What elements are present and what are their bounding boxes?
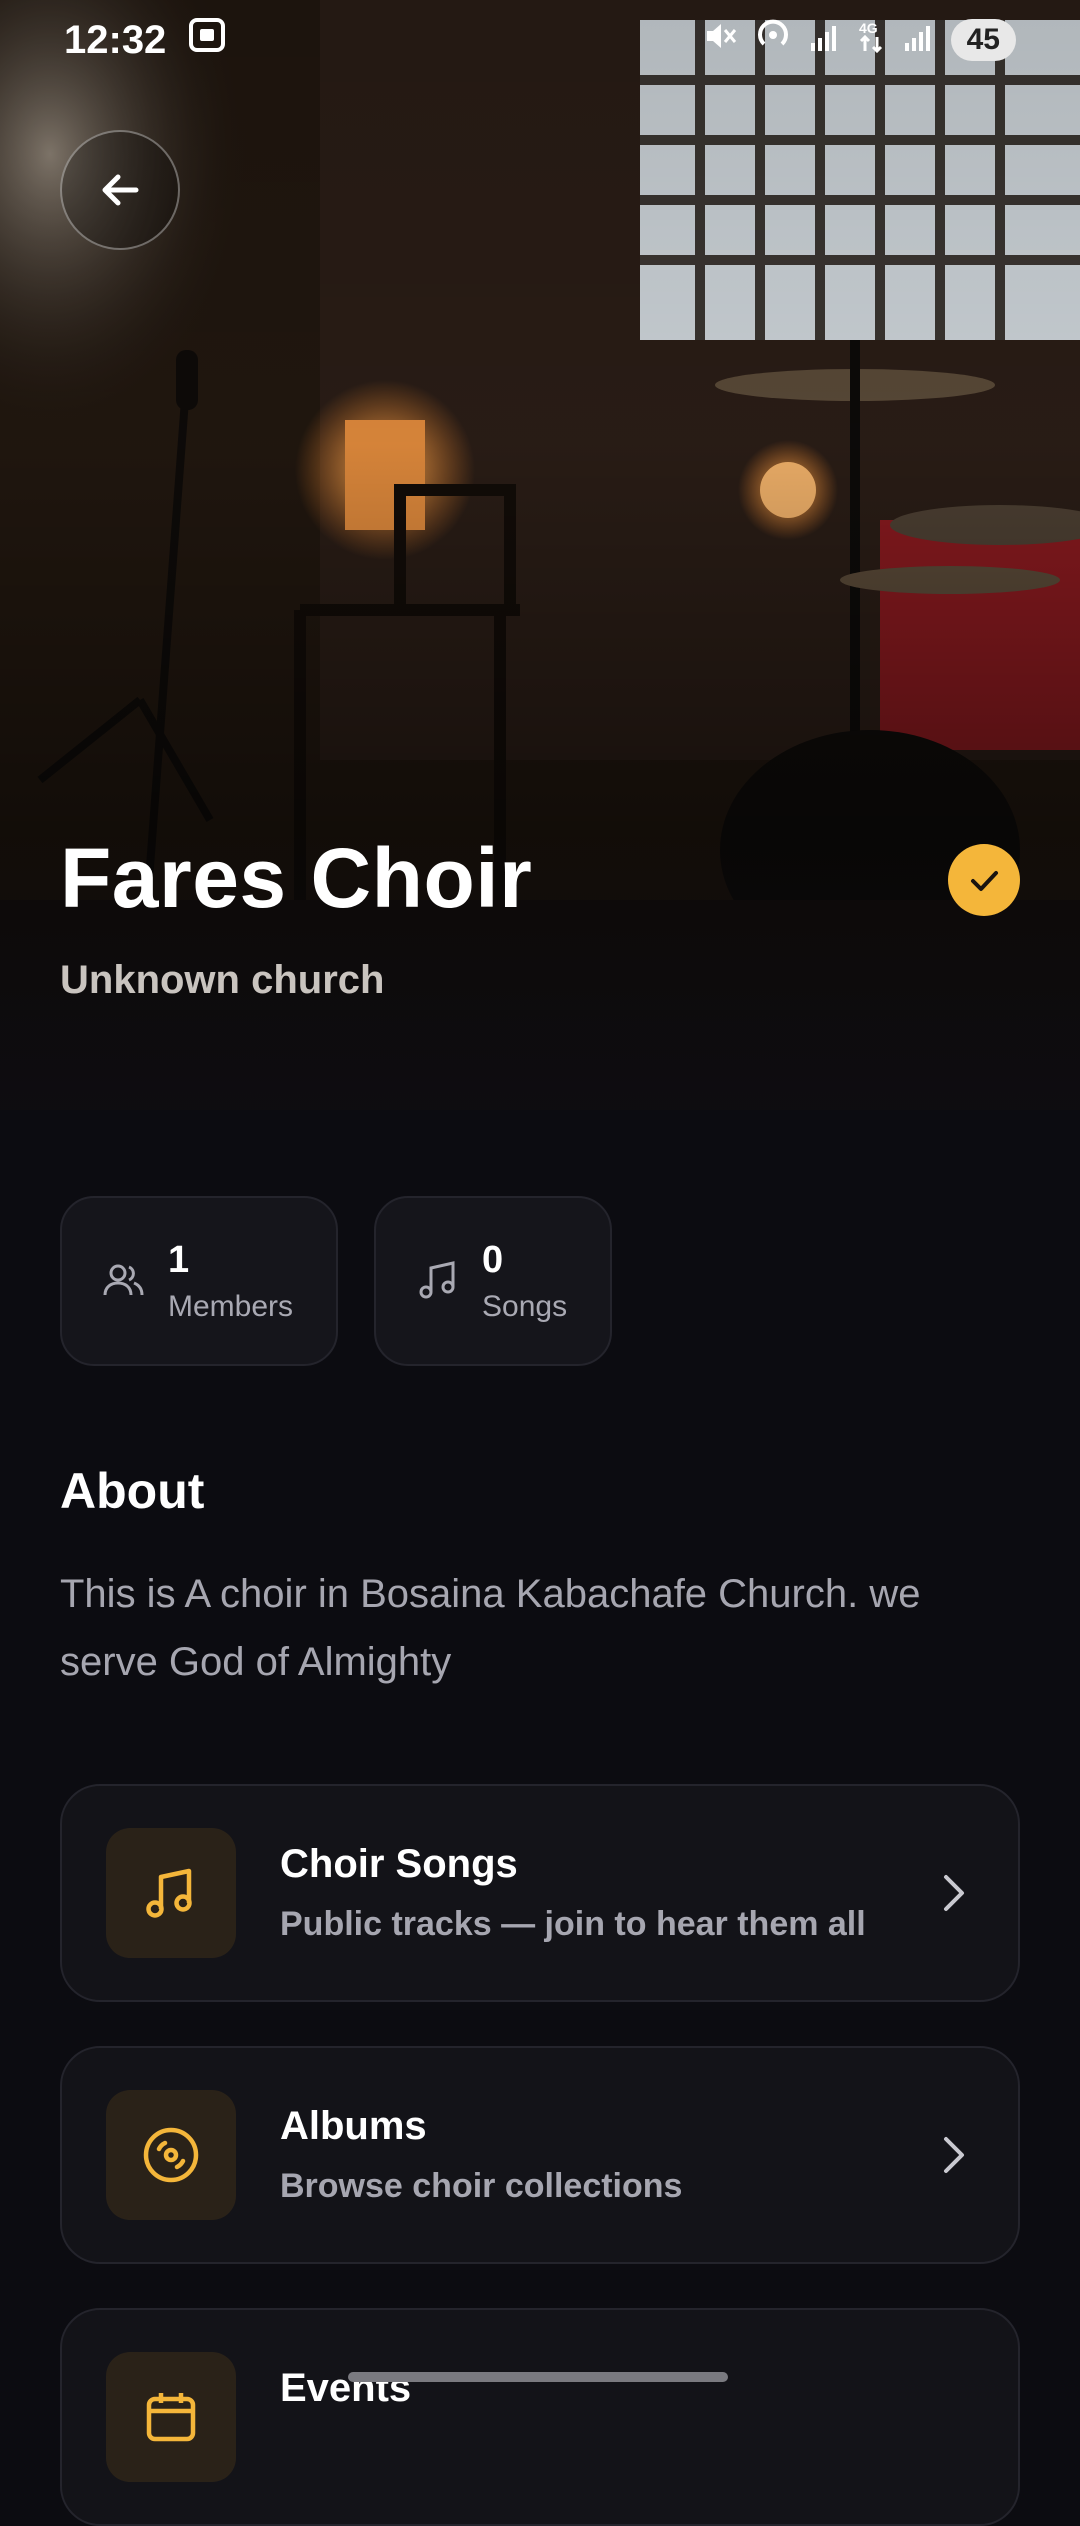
status-bar: 12:32 4G 45 bbox=[0, 0, 1080, 80]
screenshot-icon bbox=[188, 17, 226, 63]
disc-icon bbox=[143, 2127, 199, 2183]
card-icon-box bbox=[106, 2352, 236, 2482]
about-heading: About bbox=[60, 1463, 205, 1519]
songs-count: 0 bbox=[482, 1238, 504, 1281]
card-title: Choir Songs bbox=[280, 1842, 518, 1886]
hotspot-icon bbox=[755, 17, 791, 63]
members-count: 1 bbox=[168, 1238, 190, 1281]
mute-icon bbox=[703, 18, 737, 63]
card-subtitle: Browse choir collections bbox=[280, 2167, 683, 2205]
stat-members: 1 Members bbox=[60, 1196, 338, 1366]
card-icon-box bbox=[106, 2090, 236, 2220]
status-time: 12:32 bbox=[64, 17, 167, 62]
about-description: This is A choir in Bosaina Kabachafe Chu… bbox=[60, 1572, 921, 1684]
card-events[interactable]: Events bbox=[60, 2308, 1020, 2526]
card-subtitle: Public tracks — join to hear them all bbox=[280, 1905, 866, 1943]
choir-name: Fares Choir bbox=[60, 831, 533, 925]
hero-banner: 12:32 4G 45 Fares Choir Unknown church bbox=[0, 0, 1080, 1110]
church-name: Unknown church bbox=[60, 958, 385, 1002]
verified-badge bbox=[948, 844, 1020, 916]
home-indicator[interactable] bbox=[348, 2372, 728, 2382]
songs-label: Songs bbox=[482, 1289, 568, 1323]
stats-row: 1 Members 0 Songs bbox=[60, 1196, 612, 1366]
signal-icon bbox=[809, 18, 839, 63]
music-note-icon bbox=[146, 1868, 192, 1918]
music-note-icon bbox=[419, 1261, 455, 1299]
check-icon bbox=[971, 871, 998, 891]
back-button[interactable] bbox=[60, 130, 180, 250]
chevron-right-icon bbox=[934, 2135, 974, 2175]
svg-text:4G: 4G bbox=[859, 20, 878, 36]
card-albums[interactable]: Albums Browse choir collections bbox=[60, 2046, 1020, 2264]
card-choir-songs[interactable]: Choir Songs Public tracks — join to hear… bbox=[60, 1784, 1020, 2002]
network-4g-icon: 4G bbox=[857, 18, 885, 63]
arrow-left-icon bbox=[102, 174, 139, 206]
card-icon-box bbox=[106, 1828, 236, 1958]
signal-icon bbox=[903, 18, 933, 63]
chevron-right-icon bbox=[934, 1873, 974, 1913]
people-icon bbox=[103, 1264, 144, 1296]
stat-songs: 0 Songs bbox=[374, 1196, 612, 1366]
battery-indicator: 45 bbox=[950, 19, 1016, 61]
calendar-icon bbox=[146, 2393, 196, 2442]
card-title: Albums bbox=[280, 2104, 427, 2148]
members-label: Members bbox=[168, 1289, 294, 1323]
